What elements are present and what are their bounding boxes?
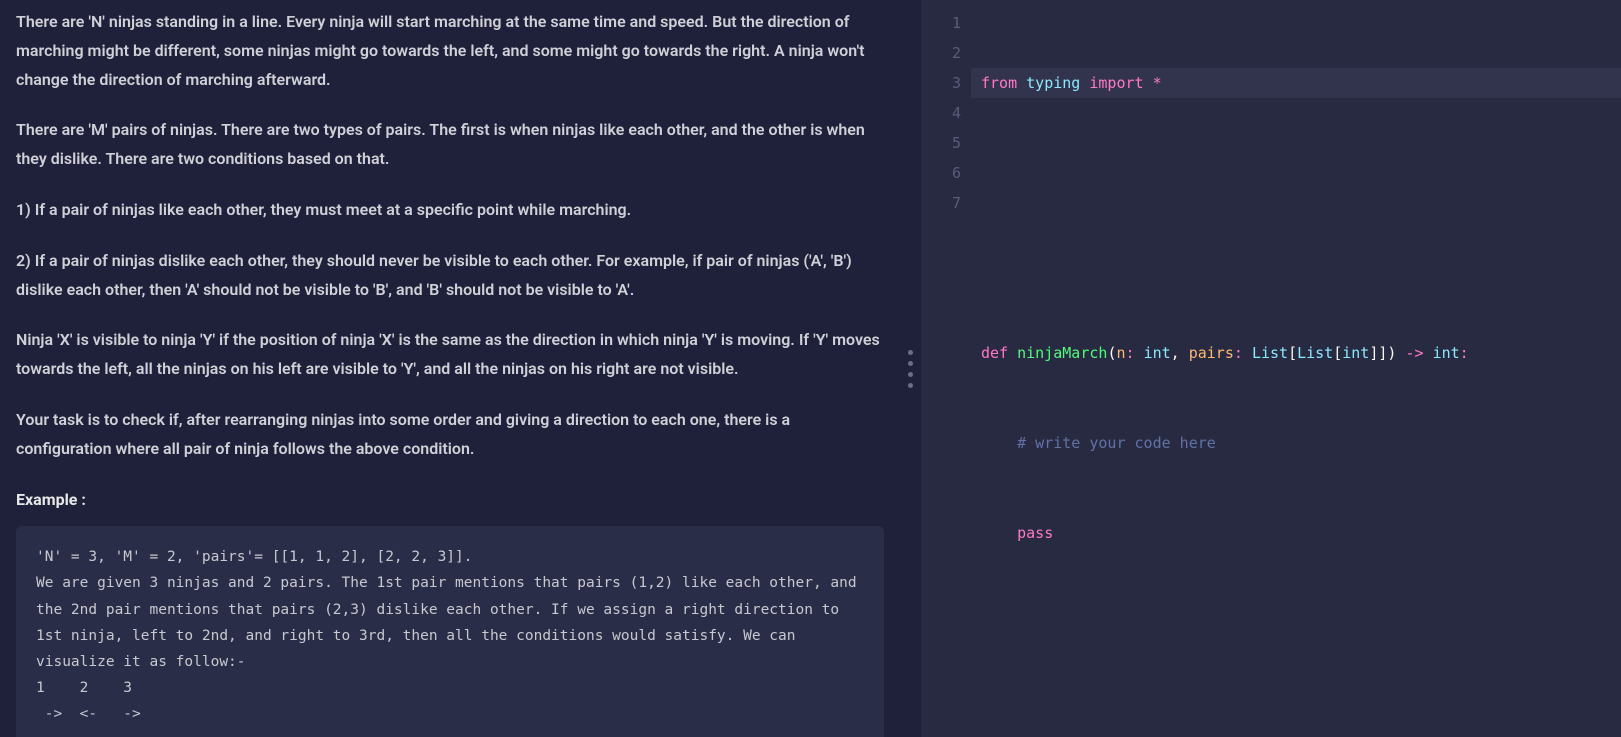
line-number: 6 [921,158,961,188]
keyword-from: from [981,74,1017,92]
keyword-pass: pass [1017,524,1053,542]
divider-dot-icon [908,350,913,355]
keyword-import: import [1089,74,1143,92]
panel-resize-handle[interactable] [900,0,921,737]
divider-dot-icon [908,383,913,388]
code-comment: # write your code here [1017,434,1216,452]
problem-description: There are 'N' ninjas standing in a line.… [16,8,884,737]
type-list: List [1297,344,1333,362]
problem-panel[interactable]: There are 'N' ninjas standing in a line.… [0,0,900,737]
code-line: pass [971,518,1621,548]
example-label: Example : [16,486,884,515]
code-editor-panel: 1 2 3 4 5 6 7 from typing import * def n… [921,0,1621,737]
problem-paragraph: 1) If a pair of ninjas like each other, … [16,196,884,225]
type-int: int [1433,344,1460,362]
code-line: from typing import * [971,68,1621,98]
return-arrow: -> [1396,344,1432,362]
line-number: 4 [921,98,961,128]
line-number: 2 [921,38,961,68]
code-editor[interactable]: from typing import * def ninjaMarch(n: i… [971,0,1621,737]
line-number-gutter: 1 2 3 4 5 6 7 [921,0,971,737]
problem-paragraph: Your task is to check if, after rearrang… [16,406,884,464]
problem-paragraph: Ninja 'X' is visible to ninja 'Y' if the… [16,326,884,384]
code-line: def ninjaMarch(n: int, pairs: List[List[… [971,338,1621,368]
module-typing: typing [1026,74,1080,92]
keyword-def: def [981,344,1008,362]
code-line [971,608,1621,638]
param-pairs: pairs [1189,344,1234,362]
problem-paragraph: 2) If a pair of ninjas dislike each othe… [16,247,884,305]
function-name: ninjaMarch [1017,344,1107,362]
line-number: 3 [921,68,961,98]
code-line: # write your code here [971,428,1621,458]
problem-paragraph: There are 'N' ninjas standing in a line.… [16,8,884,94]
code-line [971,248,1621,278]
line-number: 1 [921,8,961,38]
problem-paragraph: There are 'M' pairs of ninjas. There are… [16,116,884,174]
wildcard-star: * [1153,74,1162,92]
param-n: n [1116,344,1125,362]
code-line [971,158,1621,188]
type-int: int [1144,344,1171,362]
type-int: int [1342,344,1369,362]
divider-dot-icon [908,372,913,377]
type-list: List [1252,344,1288,362]
line-number: 5 [921,128,961,158]
example-code-block: 'N' = 3, 'M' = 2, 'pairs'= [[1, 1, 2], [… [16,526,884,737]
divider-dot-icon [908,361,913,366]
line-number: 7 [921,188,961,218]
